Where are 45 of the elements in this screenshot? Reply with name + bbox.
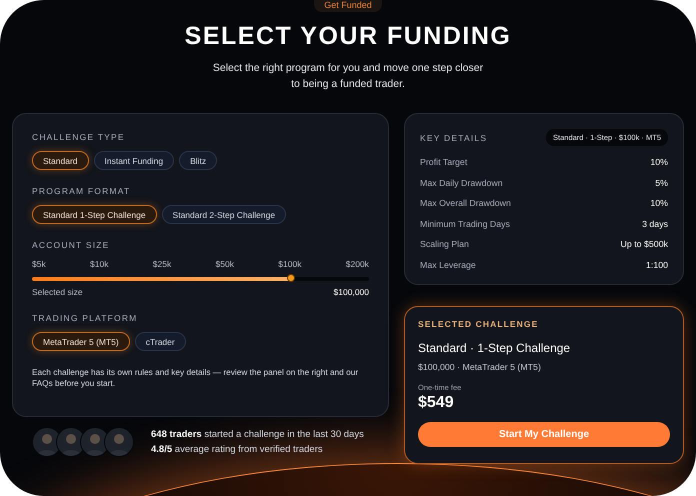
slider-caption: Selected size	[32, 287, 83, 297]
slider-track[interactable]	[32, 277, 369, 281]
section-label: TRADING PLATFORM	[32, 313, 138, 323]
tick-label: $100k	[278, 259, 302, 269]
challenge-name: Standard · 1-Step Challenge	[418, 341, 572, 355]
section-label: ACCOUNT SIZE	[32, 240, 111, 250]
option-chip[interactable]: Blitz	[179, 151, 218, 170]
social-proof-text: 4.8/5 average rating from verified traders	[151, 444, 324, 455]
detail-label: Minimum Trading Days	[420, 218, 510, 229]
detail-label: Scaling Plan	[420, 239, 469, 250]
page-subtitle: Select the right program for you and move one step closer to being a funded trader.	[212, 61, 484, 92]
detail-value: 10%	[650, 198, 668, 208]
social-proof-text: 648 traders started a challenge in the last 30 days	[151, 429, 364, 440]
challenge-summary: $100,000 · MetaTrader 5 (MT5)	[418, 362, 542, 372]
tick-label: $10k	[90, 259, 108, 269]
tick-label: $25k	[152, 259, 172, 269]
detail-label: Max Leverage	[420, 260, 476, 270]
detail-value: 10%	[650, 157, 668, 168]
detail-label: Profit Target	[420, 157, 468, 168]
option-chip[interactable]: Standard 2-Step Challenge	[162, 205, 286, 224]
price: $549	[418, 394, 455, 412]
option-chip[interactable]: cTrader	[134, 332, 186, 351]
avatar-icon	[104, 427, 134, 457]
panel-title: KEY DETAILS	[420, 132, 488, 142]
section-label: PROGRAM FORMAT	[32, 186, 132, 196]
detail-label: Max Overall Drawdown	[420, 198, 511, 208]
detail-value: 5%	[655, 178, 668, 188]
tick-label: $200k	[346, 259, 369, 269]
slider-value: $100,000	[334, 287, 369, 297]
card-heading: SELECTED CHALLENGE	[418, 319, 540, 329]
detail-label: Max Daily Drawdown	[420, 178, 503, 188]
slider-thumb[interactable]	[287, 274, 296, 282]
tick-label: $5k	[32, 259, 46, 269]
section-label: CHALLENGE TYPE	[32, 132, 126, 142]
info-note: Each challenge has its own rules and key details — review the panel on the right and our FAQs before you start.	[32, 367, 360, 389]
option-chip[interactable]: Instant Funding	[94, 151, 174, 170]
option-chip[interactable]: MetaTrader 5 (MT5)	[32, 332, 130, 351]
option-chip[interactable]: Standard	[32, 151, 88, 170]
tick-label: $50k	[216, 259, 234, 269]
detail-value: 3 days	[642, 218, 668, 229]
detail-value: Up to $500k	[620, 239, 668, 250]
page-title: SELECT YOUR FUNDING	[184, 21, 512, 51]
detail-value: 1:100	[646, 260, 668, 270]
section-badge: Get Funded	[314, 0, 382, 12]
option-chip[interactable]: Standard 1-Step Challenge	[32, 205, 157, 224]
